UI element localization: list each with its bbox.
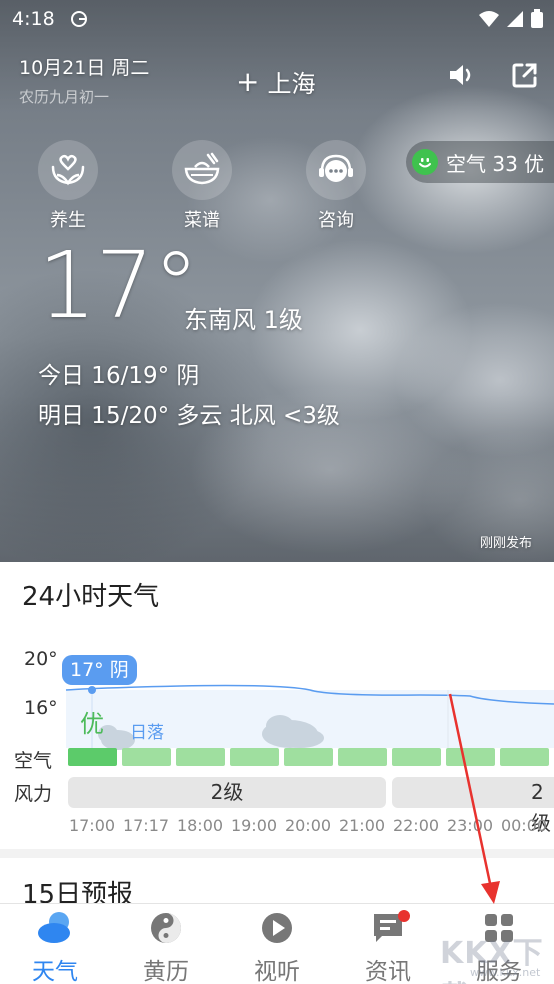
air-row-label: 空气 (14, 750, 53, 772)
shortcut-consult[interactable]: 咨询 (303, 140, 369, 232)
status-time: 4:18 (12, 8, 55, 30)
publish-time: 刚刚发布 (479, 536, 532, 551)
aqi-level-text: 优 (80, 710, 104, 738)
hour-label: 23:00 (446, 816, 494, 835)
aqi-cell (122, 748, 171, 766)
sunset-label: 日落 (130, 723, 164, 743)
tab-news-label: 资讯 (365, 959, 411, 984)
share-icon[interactable] (510, 60, 540, 90)
city-name: 上海 (267, 70, 316, 98)
shortcut-recipes[interactable]: 菜谱 (169, 140, 235, 232)
current-wind: 东南风 1级 (184, 306, 303, 334)
hour-label: 17:00 (68, 816, 116, 835)
hour-label: 18:00 (176, 816, 224, 835)
shortcut-recipes-circle (172, 140, 232, 200)
bowl-icon (184, 152, 220, 185)
current-hour-tag: 17° 阴 (62, 655, 137, 685)
wifi-icon (479, 11, 499, 27)
current-temperature: 17° (38, 232, 199, 339)
music-play-icon (257, 908, 297, 948)
aqi-cell (500, 748, 549, 766)
tab-almanac-label: 黄历 (143, 959, 189, 984)
smile-face-icon (412, 149, 438, 175)
wind-row-label: 风力 (14, 783, 53, 805)
hour-label: 21:00 (338, 816, 386, 835)
aqi-cell (338, 748, 387, 766)
tab-news[interactable]: 资讯 (348, 908, 428, 984)
tomorrow-forecast: 明日 15/20° 多云 北风 <3级 (38, 403, 340, 429)
tab-weather[interactable]: 天气 (15, 908, 95, 984)
wind-band: 2级 (68, 777, 386, 808)
aqi-cell (68, 748, 117, 766)
heart-hands-icon (51, 154, 85, 186)
hour-label: 19:00 (230, 816, 278, 835)
weather-hero: 4:18 10月21日 周二 农历九月初一 + 上海 养生 菜谱 咨询 空气 3… (0, 0, 554, 562)
speaker-icon[interactable] (446, 60, 476, 90)
tab-media-label: 视听 (254, 959, 300, 984)
date-text: 10月21日 周二 (19, 57, 150, 79)
shortcut-health-label: 养生 (50, 210, 86, 231)
tab-almanac[interactable]: 黄历 (126, 908, 206, 984)
chat-headset-icon (319, 154, 353, 182)
yin-yang-icon (146, 908, 186, 948)
aqi-cell (446, 748, 495, 766)
now-point (88, 686, 96, 694)
news-badge-dot (398, 910, 410, 922)
air-quality-text: 空气 33 优 (446, 151, 545, 176)
hour-label: 00:00 (500, 816, 548, 835)
air-quality-chip[interactable]: 空气 33 优 (406, 141, 554, 183)
tab-weather-label: 天气 (32, 959, 78, 984)
lunar-date-text: 农历九月初一 (19, 88, 110, 106)
hour-label: 22:00 (392, 816, 440, 835)
city-selector[interactable]: + 上海 (236, 64, 315, 99)
shortcut-recipes-label: 菜谱 (184, 210, 220, 231)
shortcut-health[interactable]: 养生 (35, 140, 101, 232)
add-city-icon: + (236, 64, 260, 98)
news-icon (368, 908, 410, 948)
watermark-url: www.kkx.net (470, 966, 541, 979)
cloud-weather-icon (35, 908, 75, 948)
aqi-cell (230, 748, 279, 766)
status-icons (478, 9, 544, 29)
shortcut-health-circle (38, 140, 98, 200)
hour-label: 20:00 (284, 816, 332, 835)
hour-label: 17:17 (122, 816, 170, 835)
wind-band: 2级 (392, 777, 554, 835)
signal-icon (507, 11, 523, 27)
status-app-icon (71, 11, 87, 27)
shortcut-consult-circle (306, 140, 366, 200)
today-forecast: 今日 16/19° 阴 (38, 363, 200, 389)
battery-icon (531, 9, 543, 28)
shortcut-consult-label: 咨询 (318, 210, 354, 231)
aqi-cell (392, 748, 441, 766)
tab-media[interactable]: 视听 (237, 908, 317, 984)
aqi-cell (176, 748, 225, 766)
aqi-cell (284, 748, 333, 766)
hourly-card[interactable]: 24小时天气 20° 16° 17° 阴 优 日落 空气 风力 2级 2级 17… (0, 562, 554, 849)
